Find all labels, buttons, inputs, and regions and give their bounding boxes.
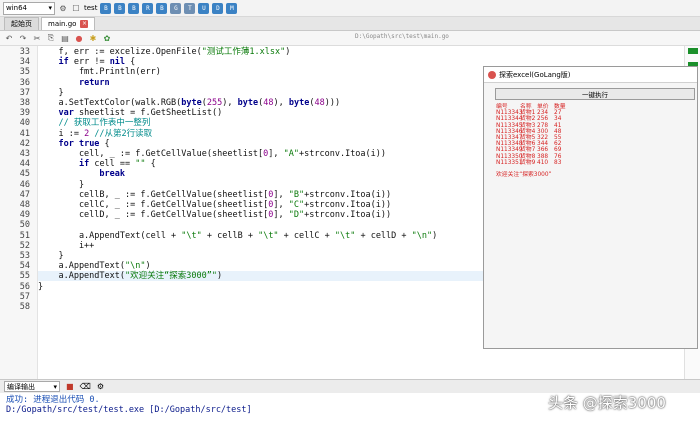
output-row: N113351 货物9 410 83 <box>496 160 571 166</box>
tab-label: 起始页 <box>11 20 32 28</box>
line-number: 52 <box>19 240 30 251</box>
line-number: 39 <box>19 108 30 119</box>
main-toolbar: win64 ▾ ⚙ ☐ test B B B R B G T U D M <box>0 0 700 17</box>
ruler-marker <box>688 48 698 54</box>
stop-icon[interactable]: ● <box>74 33 84 43</box>
build-target-value: win64 <box>6 4 28 12</box>
toolbar-button-u[interactable]: U <box>198 2 210 14</box>
line-number: 38 <box>19 98 30 108</box>
line-number: 43 <box>19 149 30 159</box>
line-number: 47 <box>19 189 30 200</box>
chevron-down-icon: ▾ <box>53 382 57 391</box>
code-line[interactable]: f, err := excelize.OpenFile("测试工作薄1.xlsx… <box>38 47 698 57</box>
line-number: 35 <box>19 67 30 78</box>
tab-label: main.go <box>48 20 77 28</box>
output-footer-text: 欢迎关注“探索3000” <box>496 172 552 179</box>
line-number: 50 <box>19 220 30 231</box>
test-label: test <box>84 4 98 12</box>
toolbar-button-t[interactable]: T <box>184 2 196 14</box>
stop-icon[interactable]: ■ <box>66 382 74 391</box>
line-number: 54 <box>19 261 30 272</box>
undo-icon[interactable]: ↶ <box>4 33 14 43</box>
output-panel-select[interactable]: 编译输出 ▾ <box>4 381 60 392</box>
line-number: 56 <box>19 281 30 292</box>
line-number: 40 <box>19 118 30 129</box>
toolbar-button-m[interactable]: M <box>226 2 238 14</box>
chevron-down-icon: ▾ <box>48 4 52 12</box>
app-window-titlebar: 探索excel(GoLang版) <box>484 67 697 83</box>
output-cell: N113351 <box>496 159 523 166</box>
line-number: 48 <box>19 200 30 210</box>
line-number: 57 <box>19 291 30 302</box>
app-window: 探索excel(GoLang版) 一键执行 编号 名称 单价 数量 N113343 货物1… <box>483 66 698 349</box>
debug-icon[interactable]: ✱ <box>88 33 98 43</box>
editor-toolbar: ↶ ↷ ✂ ⎘ ▤ ● ✱ ✿ D:\Gopath\src\test\main.… <box>0 31 700 46</box>
line-number: 44 <box>19 159 30 170</box>
toolbar-button-2[interactable]: B <box>114 2 126 14</box>
output-panel-header: 编译输出 ▾ ■ ⌫ ⚙ <box>0 379 700 393</box>
output-textarea[interactable]: 编号 名称 单价 数量 N113343 货物1 234 27 N113344 货物2 256 34 N1… <box>496 104 571 178</box>
app-icon <box>488 70 496 79</box>
tab-start-page[interactable]: 起始页 <box>4 17 39 30</box>
settings-icon[interactable]: ✿ <box>102 33 112 43</box>
toolbar-button-5[interactable]: B <box>156 2 168 14</box>
toolbar-button-1[interactable]: B <box>100 2 112 14</box>
redo-icon[interactable]: ↷ <box>18 33 28 43</box>
checkbox-icon[interactable]: ☐ <box>71 3 81 13</box>
line-number: 37 <box>19 87 30 98</box>
toolbar-button-d[interactable]: D <box>212 2 224 14</box>
output-cell: 410 <box>537 159 549 166</box>
app-window-title: 探索excel(GoLang版) <box>499 70 571 79</box>
line-number: 34 <box>19 57 30 68</box>
copy-icon[interactable]: ⎘ <box>46 33 56 43</box>
run-button[interactable]: 一键执行 <box>495 88 695 100</box>
build-icon[interactable]: ⚙ <box>58 3 68 13</box>
line-number: 33 <box>19 47 30 57</box>
toolbar-button-g[interactable]: G <box>170 2 182 14</box>
toolbar-button-4[interactable]: R <box>142 2 154 14</box>
line-number: 49 <box>19 210 30 221</box>
cut-icon[interactable]: ✂ <box>32 33 42 43</box>
close-icon[interactable]: × <box>80 20 89 28</box>
line-gutter: 33 34 35 36 37 38 39 40 41 42 43 44 45 46 47 48 49 50 51 52… <box>0 46 38 379</box>
output-panel-label: 编译输出 <box>7 382 35 391</box>
line-number: 41 <box>19 128 30 139</box>
build-target-select[interactable]: win64 ▾ <box>3 1 55 15</box>
toolbar-button-3[interactable]: B <box>128 2 140 14</box>
line-number: 46 <box>19 179 30 190</box>
output-cell: 货物9 <box>520 159 536 166</box>
line-number: 51 <box>19 230 30 241</box>
line-number: 55 <box>19 271 30 282</box>
settings-icon[interactable]: ⚙ <box>97 382 104 391</box>
clear-icon[interactable]: ⌫ <box>80 382 91 391</box>
line-number: 42 <box>19 138 30 149</box>
paste-icon[interactable]: ▤ <box>60 33 70 43</box>
file-path: D:\Gopath\src\test\main.go <box>355 33 449 40</box>
line-number: 36 <box>19 77 30 88</box>
output-cell: 83 <box>554 159 562 166</box>
tab-main-go[interactable]: main.go × <box>41 17 96 30</box>
editor-tabs: 起始页 main.go × <box>0 17 700 31</box>
line-number: 45 <box>19 169 30 180</box>
line-number: 58 <box>19 302 30 312</box>
watermark: 头条 @探索3000 <box>548 394 666 412</box>
line-number: 53 <box>19 251 30 261</box>
